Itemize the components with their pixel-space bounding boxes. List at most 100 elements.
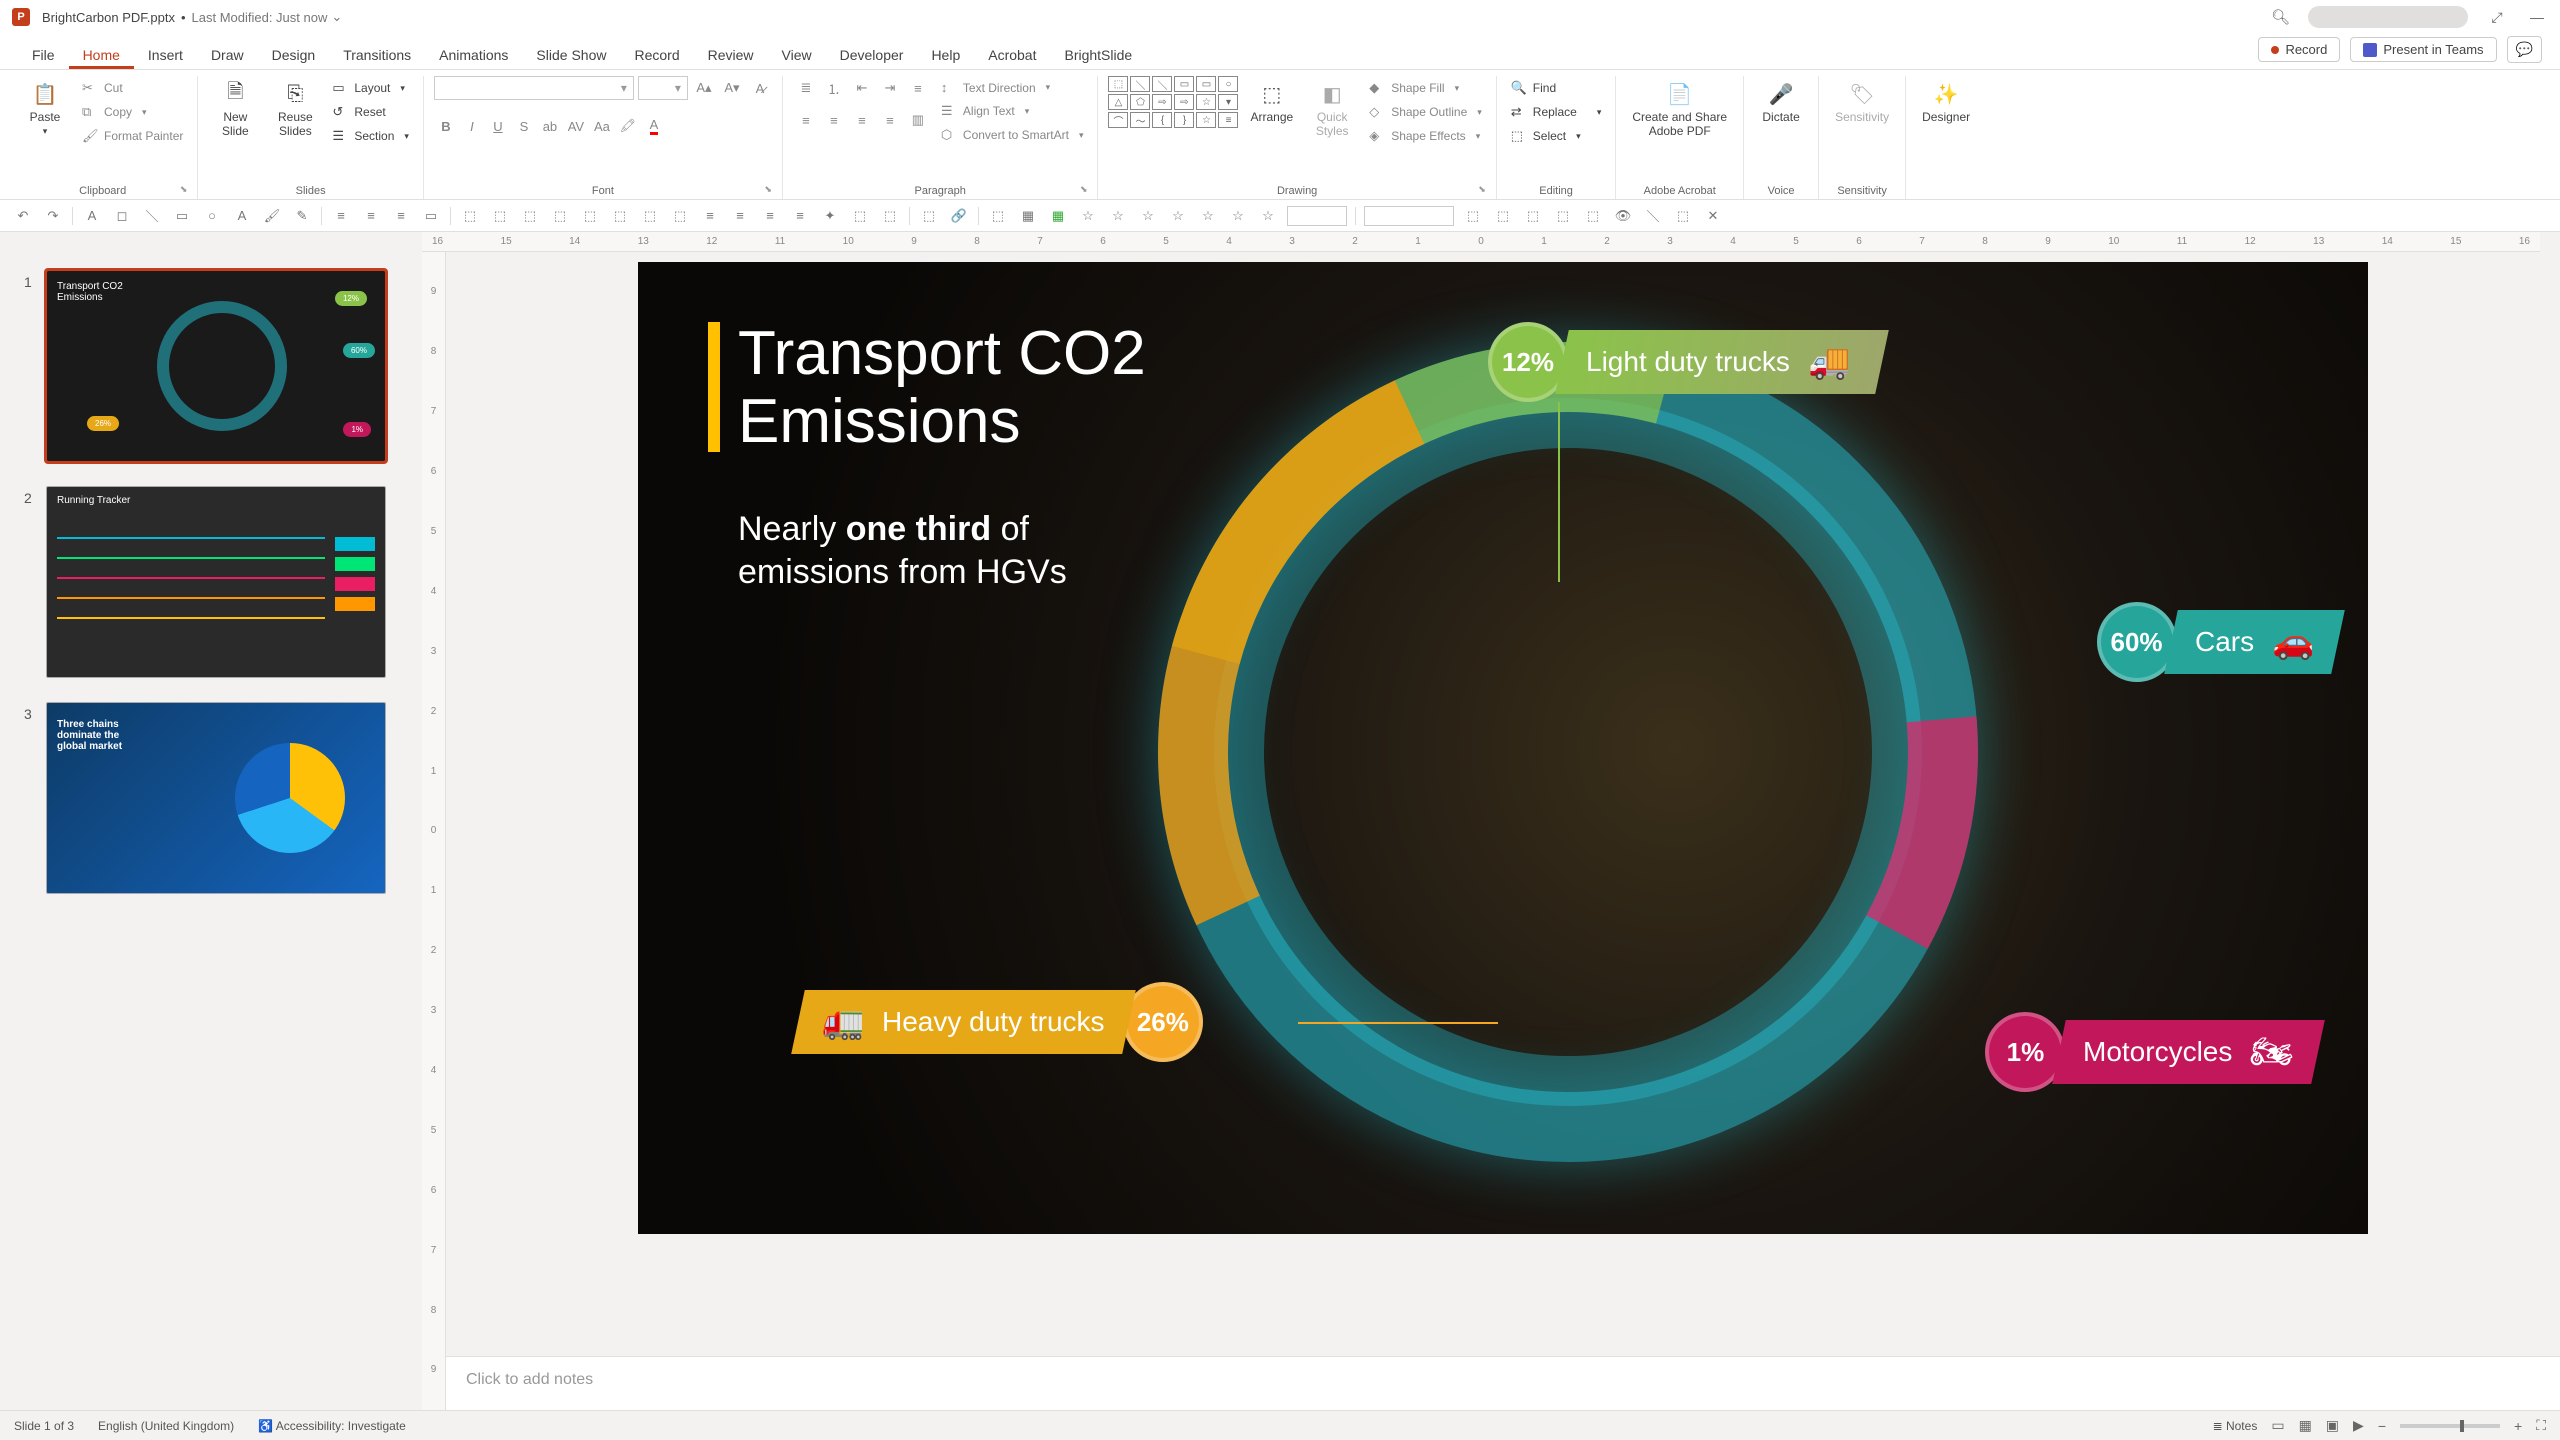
cut-button[interactable]: ✂Cut [78, 78, 187, 98]
qat-btn[interactable]: A [81, 205, 103, 227]
qat-btn[interactable]: ≡ [789, 205, 811, 227]
bullets-button[interactable]: ≣ [793, 76, 819, 100]
slideshow-view-icon[interactable]: ▶ [2353, 1417, 2364, 1434]
qat-combo[interactable] [1287, 206, 1347, 226]
qat-btn[interactable]: ☆ [1077, 205, 1099, 227]
ribbon-mode-icon[interactable]: ⤢ [2486, 9, 2508, 26]
tab-view[interactable]: View [768, 39, 826, 69]
numbering-button[interactable]: ⒈ [821, 76, 847, 100]
qat-btn[interactable]: ⬚ [1522, 205, 1544, 227]
increase-font-icon[interactable]: A▴ [692, 76, 716, 100]
qat-btn[interactable]: ≡ [759, 205, 781, 227]
qat-btn[interactable]: 👁 [1612, 205, 1634, 227]
replace-button[interactable]: ⇄Replace▾ [1507, 102, 1606, 122]
highlight-button[interactable]: 🖍 [616, 114, 640, 138]
present-teams-button[interactable]: Present in Teams [2350, 37, 2496, 62]
layout-button[interactable]: ▭Layout▾ [328, 78, 413, 98]
comments-button[interactable]: 💬 [2507, 36, 2542, 63]
tab-transitions[interactable]: Transitions [329, 39, 425, 69]
callout-motorcycles[interactable]: 1% Motorcycles🏍 [1985, 1012, 2318, 1092]
find-button[interactable]: 🔍Find [1507, 78, 1606, 98]
slide-title[interactable]: Transport CO2 Emissions [738, 320, 1146, 456]
section-button[interactable]: ☰Section▾ [328, 126, 413, 146]
select-button[interactable]: ⬚Select▾ [1507, 126, 1606, 146]
qat-btn[interactable]: ◻ [111, 205, 133, 227]
clear-format-icon[interactable]: A̷ [748, 76, 772, 100]
qat-combo[interactable] [1364, 206, 1454, 226]
shadow-button[interactable]: ab [538, 114, 562, 138]
slide-counter[interactable]: Slide 1 of 3 [14, 1419, 74, 1433]
thumbnail-3[interactable]: Three chains dominate the global market [46, 702, 386, 894]
qat-btn[interactable]: ≡ [330, 205, 352, 227]
chevron-down-icon[interactable]: ⌄ [331, 9, 342, 25]
dec-indent-button[interactable]: ⇤ [849, 76, 875, 100]
file-name[interactable]: BrightCarbon PDF.pptx [42, 10, 175, 25]
launcher-icon[interactable]: ⬊ [764, 184, 772, 195]
format-painter-button[interactable]: 🖌Format Painter [78, 126, 187, 146]
tab-home[interactable]: Home [69, 39, 134, 69]
tab-slideshow[interactable]: Slide Show [522, 39, 620, 69]
qat-btn[interactable]: ⬚ [1582, 205, 1604, 227]
zoom-out-button[interactable]: − [2378, 1418, 2386, 1434]
qat-btn[interactable]: ☆ [1137, 205, 1159, 227]
qat-btn[interactable]: ▭ [171, 205, 193, 227]
reuse-slides-button[interactable]: ⎘Reuse Slides [268, 76, 322, 142]
qat-btn[interactable]: ⬚ [849, 205, 871, 227]
tab-file[interactable]: File [18, 39, 69, 69]
new-slide-button[interactable]: 🗎New Slide [208, 76, 262, 142]
zoom-slider[interactable] [2400, 1424, 2500, 1428]
sorter-view-icon[interactable]: ▦ [2299, 1417, 2312, 1434]
search-icon[interactable]: 🔍︎ [2271, 8, 2290, 26]
launcher-icon[interactable]: ⬊ [180, 184, 188, 195]
inc-indent-button[interactable]: ⇥ [877, 76, 903, 100]
account-pill[interactable] [2308, 6, 2468, 28]
font-name-combo[interactable]: ▾ [434, 76, 634, 100]
qat-btn[interactable]: ＼ [1642, 205, 1664, 227]
fit-window-icon[interactable]: ⛶ [2536, 1417, 2546, 1434]
qat-btn[interactable]: ≡ [729, 205, 751, 227]
spacing-button[interactable]: AV [564, 114, 588, 138]
notes-pane[interactable]: Click to add notes [446, 1356, 2560, 1410]
qat-btn[interactable]: ▭ [420, 205, 442, 227]
record-button[interactable]: Record [2258, 37, 2340, 62]
shape-outline-button[interactable]: ◇Shape Outline▾ [1365, 102, 1486, 122]
undo-button[interactable]: ↶ [12, 205, 34, 227]
align-right-button[interactable]: ≡ [849, 108, 875, 132]
callout-cars[interactable]: 60% Cars🚗 [2097, 602, 2338, 682]
qat-btn[interactable]: ✎ [291, 205, 313, 227]
font-color-button[interactable]: A [642, 114, 666, 138]
qat-btn[interactable]: ⬚ [1672, 205, 1694, 227]
quick-styles-button[interactable]: ◧Quick Styles [1305, 76, 1359, 142]
qat-btn[interactable]: ⬚ [1462, 205, 1484, 227]
qat-btn[interactable]: ⬚ [639, 205, 661, 227]
thumbnail-1[interactable]: Transport CO2 Emissions 12% 60% 26% 1% [46, 270, 386, 462]
qat-btn[interactable]: ⬚ [549, 205, 571, 227]
arrange-button[interactable]: ⬚Arrange [1244, 76, 1299, 128]
redo-button[interactable]: ↷ [42, 205, 64, 227]
reset-button[interactable]: ↺Reset [328, 102, 413, 122]
tab-animations[interactable]: Animations [425, 39, 522, 69]
accessibility-button[interactable]: ♿ Accessibility: Investigate [258, 1419, 406, 1433]
align-left-button[interactable]: ≡ [793, 108, 819, 132]
qat-btn[interactable]: ⬚ [579, 205, 601, 227]
qat-btn[interactable]: ≡ [360, 205, 382, 227]
qat-btn[interactable]: ☆ [1227, 205, 1249, 227]
qat-btn[interactable]: ⬚ [918, 205, 940, 227]
qat-btn[interactable]: 🖌 [261, 205, 283, 227]
dictate-button[interactable]: 🎤Dictate [1754, 76, 1808, 128]
zoom-in-button[interactable]: + [2514, 1418, 2522, 1434]
align-center-button[interactable]: ≡ [821, 108, 847, 132]
case-button[interactable]: Aa [590, 114, 614, 138]
ruler-vertical[interactable]: 9876543210123456789 [422, 252, 446, 1410]
qat-btn[interactable]: ⬚ [1492, 205, 1514, 227]
line-spacing-button[interactable]: ≡ [905, 76, 931, 100]
qat-btn[interactable]: ⬚ [489, 205, 511, 227]
bold-button[interactable]: B [434, 114, 458, 138]
qat-btn[interactable]: ▦ [1047, 205, 1069, 227]
text-direction-button[interactable]: ↕Text Direction▾ [937, 78, 1088, 97]
tab-record[interactable]: Record [620, 39, 693, 69]
qat-btn[interactable]: ≡ [699, 205, 721, 227]
qat-btn[interactable]: ☆ [1107, 205, 1129, 227]
tab-review[interactable]: Review [694, 39, 768, 69]
justify-button[interactable]: ≡ [877, 108, 903, 132]
